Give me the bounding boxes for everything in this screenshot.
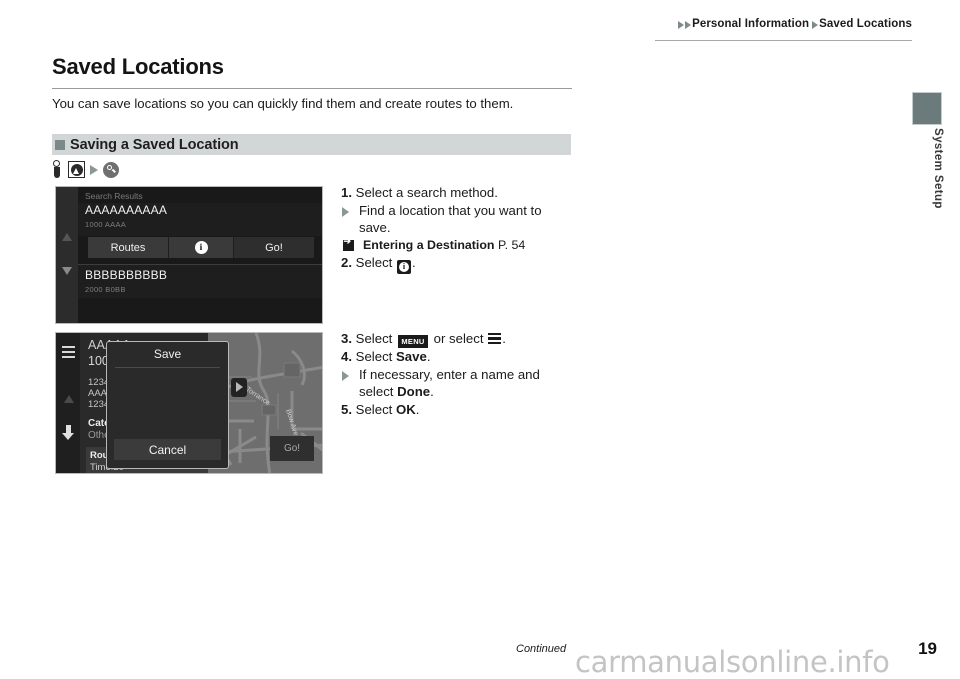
- step-3: 3. Select MENU or select .: [341, 330, 591, 349]
- step-4-substep-keyword: Done: [397, 384, 431, 400]
- steps-list-2: 3. Select MENU or select . 4. Select Sav…: [341, 330, 591, 419]
- step-5-text-post: .: [415, 402, 420, 418]
- result-action-row: Routes i Go!: [88, 237, 314, 258]
- continued-label: Continued: [516, 643, 567, 655]
- go-button[interactable]: Go!: [234, 237, 314, 258]
- step-1-substep: Find a location that you want to: [341, 202, 591, 220]
- result-item-1-title: AAAAAAAAAA: [85, 203, 168, 217]
- save-dialog: Save Cancel: [106, 341, 229, 469]
- navigation-icon: [68, 161, 85, 178]
- save-dialog-divider: [115, 367, 220, 368]
- watermark: carmanualsonline.info: [575, 645, 890, 679]
- cross-reference-page: P. 54: [497, 237, 526, 252]
- breadcrumb-item-personal-information: Personal Information: [692, 18, 810, 30]
- menu-icon[interactable]: [62, 346, 75, 361]
- info-button[interactable]: i: [169, 237, 234, 258]
- steps-list-1: 1. Select a search method. Find a locati…: [341, 184, 591, 275]
- result-item-1-subtitle: 1000 AAAA: [85, 220, 127, 229]
- routes-button[interactable]: Routes: [88, 237, 169, 258]
- step-5-text-pre: Select: [355, 402, 393, 418]
- chevron-right-icon: [678, 20, 685, 29]
- step-4-text-post: .: [426, 349, 431, 365]
- step-2: 2. Select i.: [341, 254, 591, 275]
- screenshot-search-results: Search Results AAAAAAAAAA 1000 AAAA Rout…: [55, 186, 323, 324]
- map-pin-icon: [231, 378, 247, 397]
- route-distance: Distance: 18.0 mi: [90, 473, 163, 474]
- step-1-substep-text: Find a location that you want to: [359, 202, 542, 218]
- step-3-text-mid: or select: [433, 331, 484, 346]
- intro-paragraph: You can save locations so you can quickl…: [52, 96, 514, 111]
- step-4-substep-text: If necessary, enter a name and: [359, 366, 540, 382]
- section-tab-marker: [912, 92, 942, 125]
- hard-key-icon: [50, 160, 63, 179]
- step-3-text-pre: Select: [355, 331, 393, 346]
- section-header-label: Saving a Saved Location: [70, 136, 239, 153]
- step-4-substep-cont-post: .: [430, 384, 434, 400]
- scroll-down-icon[interactable]: [62, 425, 74, 440]
- scroll-down-icon[interactable]: [62, 267, 72, 275]
- step-1-number: 1.: [341, 185, 352, 200]
- info-icon: i: [397, 260, 411, 275]
- title-divider: [52, 88, 572, 89]
- result-item-2[interactable]: BBBBBBBBBB 2000 B0BB: [78, 264, 322, 298]
- search-icon: [103, 161, 119, 178]
- step-5-number: 5.: [341, 402, 352, 418]
- arrow-icon: [90, 164, 98, 175]
- scroll-up-icon[interactable]: [62, 233, 72, 241]
- section-tab-label: System Setup: [932, 128, 944, 209]
- arrow-icon: [342, 371, 349, 382]
- step-1: 1. Select a search method.: [341, 184, 591, 202]
- arrow-icon: [342, 207, 349, 218]
- step-4-keyword: Save: [396, 349, 427, 365]
- step-3-text-post: .: [502, 331, 506, 346]
- section-header: Saving a Saved Location: [52, 134, 571, 155]
- step-4-substep-cont-pre: select: [359, 384, 394, 400]
- scroll-rail[interactable]: [56, 187, 78, 323]
- button-sequence-strip: [50, 160, 119, 179]
- scroll-up-icon[interactable]: [64, 395, 74, 403]
- result-item-2-title: BBBBBBBBBB: [85, 268, 168, 282]
- reference-arrow-icon: [343, 236, 354, 251]
- step-5: 5. Select OK.: [341, 401, 591, 419]
- step-1-substep-cont: save.: [359, 220, 391, 236]
- step-2-text-end: .: [412, 255, 416, 271]
- chevron-right-icon: [685, 20, 692, 29]
- results-breadcrumb: Search Results: [85, 191, 143, 201]
- page-number: 19: [918, 639, 937, 658]
- step-3-number: 3.: [341, 331, 352, 346]
- result-item-2-subtitle: 2000 B0BB: [85, 285, 126, 294]
- step-4-substep: If necessary, enter a name and: [341, 366, 591, 384]
- breadcrumb: Personal Information Saved Locations: [678, 18, 912, 30]
- hamburger-menu-icon: [488, 332, 502, 345]
- cross-reference-title: Entering a Destination: [363, 237, 495, 252]
- header-divider: [655, 40, 912, 41]
- step-5-keyword: OK: [396, 402, 416, 418]
- save-dialog-title: Save: [153, 347, 182, 361]
- step-2-number: 2.: [341, 255, 352, 271]
- square-bullet-icon: [55, 139, 65, 150]
- step-4-substep-cont: select Done.: [341, 383, 591, 401]
- map-go-button[interactable]: Go!: [270, 436, 314, 461]
- chevron-right-icon: [812, 20, 819, 29]
- result-item-1[interactable]: AAAAAAAAAA 1000 AAAA: [78, 203, 322, 236]
- page-title: Saved Locations: [52, 54, 224, 79]
- results-body: Search Results AAAAAAAAAA 1000 AAAA Rout…: [78, 187, 322, 323]
- step-4: 4. Select Save.: [341, 348, 591, 366]
- breadcrumb-item-saved-locations: Saved Locations: [819, 18, 912, 30]
- cross-reference[interactable]: Entering a Destination P. 54: [341, 236, 591, 255]
- cancel-button[interactable]: Cancel: [114, 439, 221, 460]
- screenshot-map-save-dialog: Torrance Bow Ave Go! AAAAA 1000 A 1234 A…: [55, 332, 323, 474]
- step-4-text-pre: Select: [355, 349, 393, 365]
- menu-hardkey-icon: MENU: [398, 335, 428, 349]
- step-4-number: 4.: [341, 349, 352, 365]
- step-2-text: Select: [355, 255, 393, 271]
- step-1-text: Select a search method.: [355, 185, 498, 200]
- map-side-rail: [56, 333, 80, 473]
- info-icon: i: [194, 241, 208, 254]
